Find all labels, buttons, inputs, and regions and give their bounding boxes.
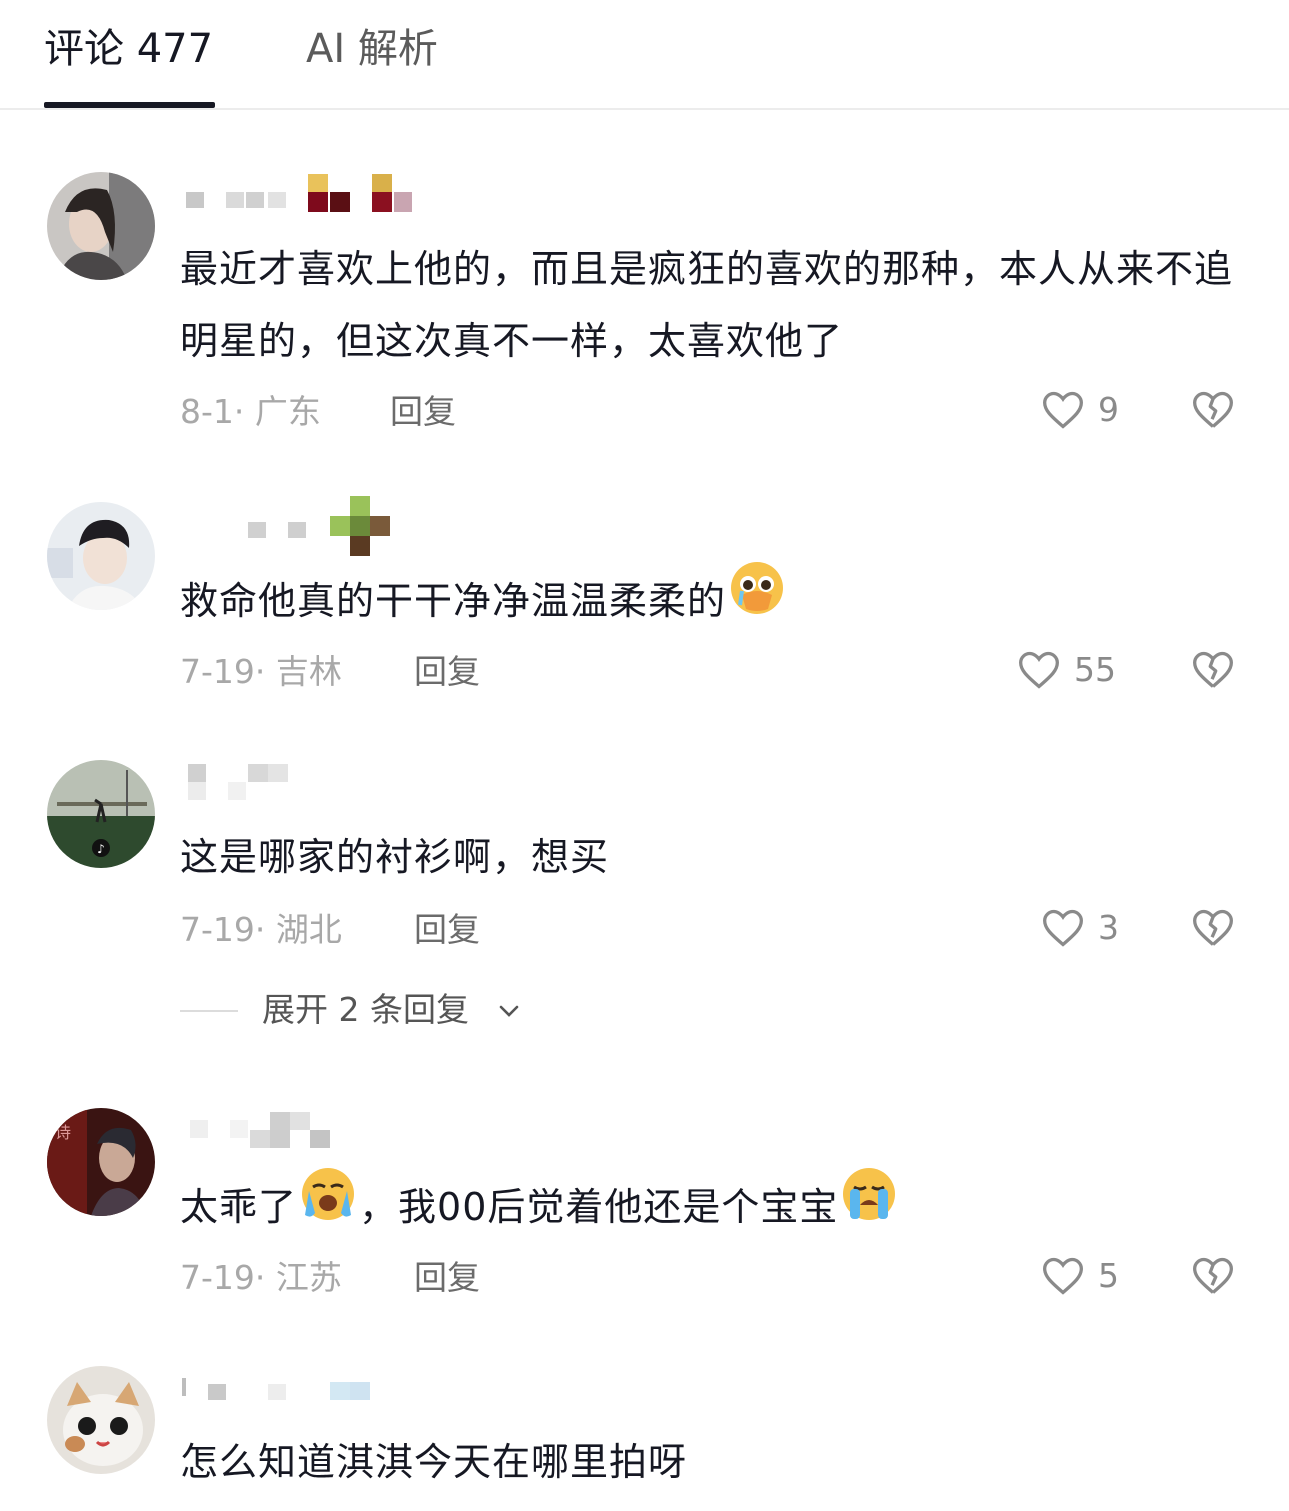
reply-button[interactable]: 回复 [414,1258,480,1298]
dislike-button[interactable] [1190,1254,1236,1307]
broken-heart-icon [1193,651,1233,688]
reply-button[interactable]: 回复 [414,652,480,692]
heart-icon [1043,909,1083,947]
crying-face-emoji [299,1165,357,1246]
pleading-face-emoji [728,559,786,640]
comment-date-location: 7-19· 吉林 [180,652,342,691]
broken-heart-icon [1193,909,1233,946]
expand-replies-label: 展开 2 条回复 [262,990,469,1029]
chevron-down-icon [499,1005,519,1017]
username-blurred[interactable] [180,496,440,556]
reply-button[interactable]: 回复 [414,910,480,950]
reply-button[interactable]: 回复 [390,392,456,432]
like-button[interactable]: 5 [1040,1254,1119,1307]
comment-text: 最近才喜欢上他的，而且是疯狂的喜欢的那种，本人从来不追明星的，但这次真不一样，太… [180,247,1234,363]
divider-line [180,1010,238,1012]
comment-tabs: 评论 477 AI 解析 [0,0,1289,110]
svg-text:诗: 诗 [55,1123,71,1142]
dislike-button[interactable] [1190,648,1236,701]
comment-date-location: 8-1· 广东 [180,392,321,431]
heart-icon [1043,1257,1083,1295]
like-count: 9 [1098,390,1119,429]
heart-icon [1043,391,1083,429]
like-button[interactable]: 3 [1040,906,1119,959]
username-blurred[interactable] [180,1376,440,1416]
like-count: 55 [1074,650,1116,689]
avatar[interactable] [47,502,155,610]
avatar[interactable]: 诗 [47,1108,155,1216]
like-count: 3 [1098,908,1119,947]
like-count: 5 [1098,1256,1119,1295]
broken-heart-icon [1193,391,1233,428]
svg-text:♪: ♪ [97,842,105,856]
dislike-button[interactable] [1190,906,1236,959]
tab-comments[interactable]: 评论 477 [44,24,213,74]
heart-icon [1019,651,1059,689]
avatar[interactable] [47,1366,155,1474]
broken-heart-icon [1193,1257,1233,1294]
comment-text: 这是哪家的衬衫啊，想买 [180,835,610,879]
username-blurred[interactable] [180,1110,440,1150]
avatar[interactable]: ♪ [47,760,155,868]
avatar[interactable] [47,172,155,280]
like-button[interactable]: 9 [1040,388,1119,441]
comment-date-location: 7-19· 湖北 [180,910,342,949]
loudly-crying-face-emoji [840,1165,898,1246]
comment-text: 救命他真的干干净净温温柔柔的 [180,562,1250,644]
like-button[interactable]: 55 [1016,648,1116,701]
comment-date-location: 7-19· 江苏 [180,1258,342,1297]
username-blurred[interactable] [180,760,440,800]
tab-ai-analysis[interactable]: AI 解析 [306,24,438,74]
active-tab-indicator [44,102,215,108]
dislike-button[interactable] [1190,388,1236,441]
username-blurred[interactable] [180,174,440,220]
comment-text: 太乖了 ，我00后觉着他还是个宝宝 [180,1168,1250,1250]
comment-text: 怎么知道淇淇今天在哪里拍呀 [180,1440,688,1484]
